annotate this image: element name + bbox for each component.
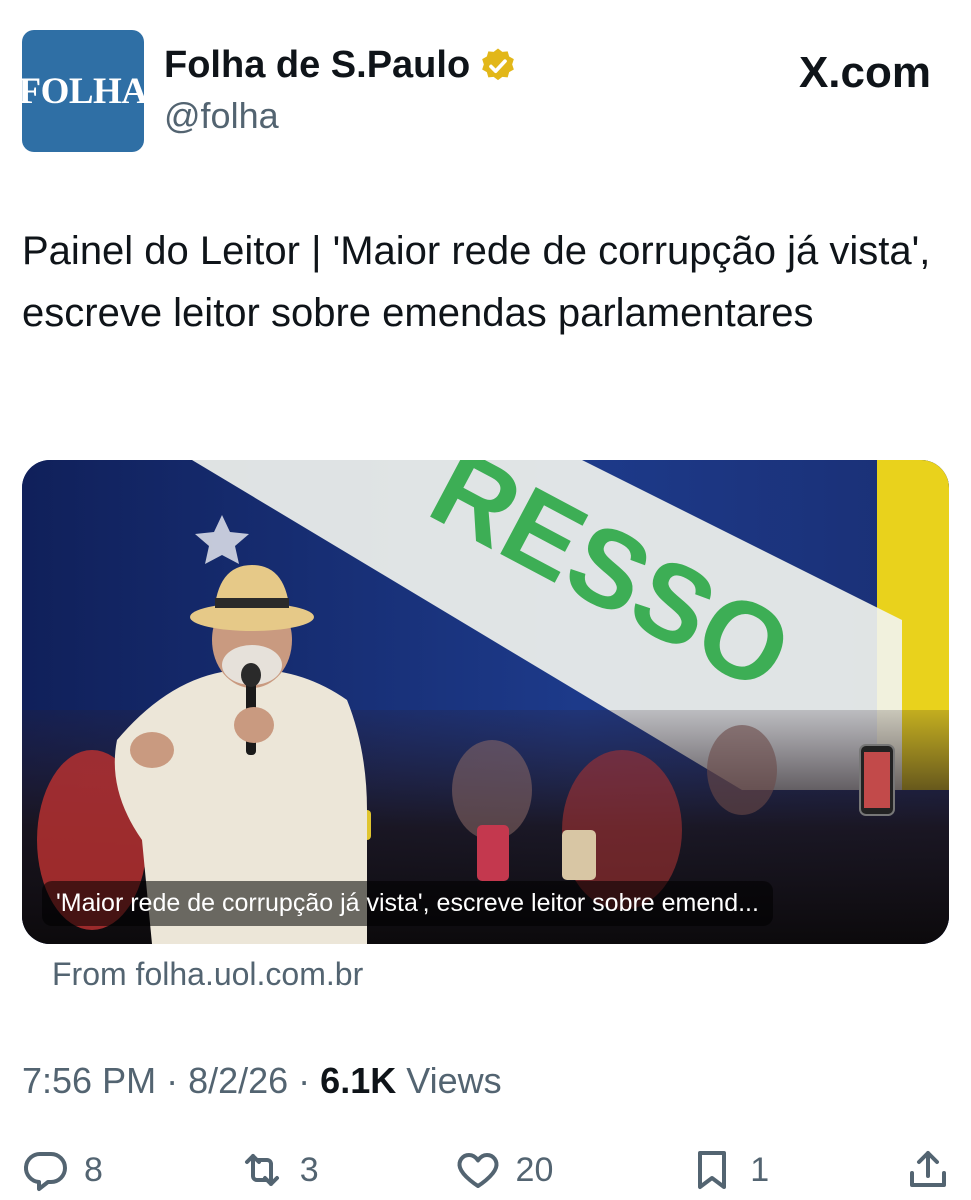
bookmark-count: 1	[750, 1150, 770, 1189]
tweet-text: Painel do Leitor | 'Maior rede de corrup…	[22, 229, 931, 335]
display-name[interactable]: Folha de S.Paulo	[164, 44, 470, 87]
link-source[interactable]: From folha.uol.com.br	[52, 956, 363, 993]
bookmark-icon	[698, 1151, 727, 1189]
share-button[interactable]	[904, 1146, 952, 1194]
tweet-meta: 7:56 PM · 8/2/26 · 6.1K Views	[22, 1060, 502, 1102]
repost-icon	[244, 1154, 279, 1186]
avatar-logo-text: FOLHA	[18, 70, 148, 112]
handle[interactable]: @folha	[164, 95, 518, 137]
name-row: Folha de S.Paulo	[164, 44, 518, 87]
action-bar: 8 3 20 1	[22, 1140, 952, 1200]
reply-button[interactable]: 8	[22, 1146, 103, 1194]
tweet-time[interactable]: 7:56 PM	[22, 1060, 156, 1102]
link-card-media[interactable]: RESSO 'Maior rede de corrupção já vista'…	[22, 460, 949, 944]
author-block: Folha de S.Paulo @folha	[164, 44, 518, 137]
repost-button[interactable]: 3	[238, 1146, 319, 1194]
site-label-text: X.com	[798, 48, 931, 97]
site-label: X.com	[799, 48, 931, 98]
meta-separator: ·	[298, 1060, 311, 1101]
tweet-date[interactable]: 8/2/26	[188, 1060, 288, 1102]
heart-icon	[457, 1153, 498, 1188]
link-card-caption: 'Maior rede de corrupção já vista', escr…	[42, 881, 773, 926]
like-count: 20	[515, 1150, 554, 1189]
views-label: Views	[406, 1060, 502, 1101]
avatar[interactable]: FOLHA	[18, 30, 148, 152]
reply-icon	[23, 1151, 67, 1191]
verified-badge-icon[interactable]	[478, 46, 518, 86]
bookmark-button[interactable]: 1	[688, 1146, 769, 1194]
reply-count: 8	[84, 1150, 103, 1189]
news-photo: RESSO	[22, 460, 949, 944]
share-icon	[909, 1151, 946, 1187]
meta-separator: ·	[166, 1060, 179, 1101]
repost-count: 3	[299, 1150, 319, 1189]
views-count: 6.1K	[320, 1060, 397, 1101]
like-button[interactable]: 20	[454, 1146, 554, 1194]
